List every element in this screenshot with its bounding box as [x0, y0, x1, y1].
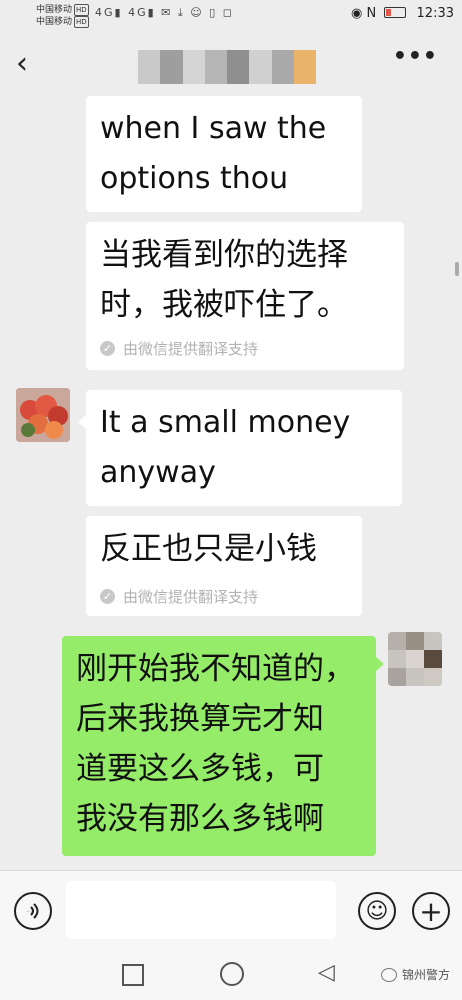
home-icon[interactable]	[220, 962, 244, 986]
message-text: 刚开始我不知道的， 后来我换算完才知 道要这么多钱，可 我没有那么多钱啊	[76, 651, 355, 837]
status-bar: 中国移动 HD 中国移动 HD 4G▮ 4G▮ ✉ ⤓ ☺ ▯ ◻ ◉ N 12:3…	[0, 0, 462, 30]
outgoing-message-bubble[interactable]: 刚开始我不知道的， 后来我换算完才知 道要这么多钱，可 我没有那么多钱啊	[62, 636, 384, 856]
more-button[interactable]: •••	[393, 44, 438, 69]
scrollbar[interactable]	[455, 262, 459, 276]
message-text: when I saw the options thou	[100, 111, 327, 196]
translation-note: ✓ 由微信提供翻译支持	[100, 586, 258, 607]
system-nav-bar: ◁ 锦州警方	[0, 950, 462, 1000]
message-text: 反正也只是小钱	[100, 531, 317, 567]
emoji-icon[interactable]: ☺	[358, 892, 396, 930]
chevron-left-icon[interactable]: ‹	[16, 46, 28, 81]
check-icon: ✓	[100, 341, 115, 356]
check-icon: ✓	[100, 589, 115, 604]
battery-icon	[384, 7, 407, 18]
plus-icon[interactable]: +	[412, 892, 450, 930]
translation-bubble[interactable]: 当我看到你的选择 时，我被吓住了。 ✓ 由微信提供翻译支持	[86, 222, 404, 370]
recents-icon[interactable]	[122, 964, 144, 986]
back-triangle-icon[interactable]: ◁	[318, 960, 335, 985]
carrier-2: 中国移动 HD	[36, 16, 89, 28]
clock: 12:33	[416, 6, 454, 21]
contact-name-blurred	[138, 50, 316, 84]
nfc-icon: N	[366, 6, 377, 21]
wechat-icon	[380, 967, 397, 982]
status-right: ◉ N 12:33	[351, 6, 454, 21]
self-avatar[interactable]	[388, 632, 442, 686]
input-bar: ☺ +	[0, 870, 462, 951]
message-input[interactable]	[66, 881, 336, 939]
message-bubble[interactable]: It a small money anyway	[78, 390, 402, 506]
chat-header: ‹ •••	[0, 30, 462, 94]
watermark: 锦州警方	[380, 966, 450, 983]
status-icons: 4G▮ 4G▮ ✉ ⤓ ☺ ▯ ◻	[95, 6, 234, 19]
message-text: It a small money anyway	[100, 405, 351, 490]
voice-icon[interactable]	[14, 892, 52, 930]
eye-icon: ◉	[351, 6, 363, 21]
translation-bubble[interactable]: 反正也只是小钱 ✓ 由微信提供翻译支持	[86, 516, 362, 616]
message-text: 当我看到你的选择 时，我被吓住了。	[100, 237, 348, 323]
avatar[interactable]	[16, 388, 70, 442]
translation-note: ✓ 由微信提供翻译支持	[100, 338, 258, 359]
carrier-1: 中国移动 HD	[36, 4, 89, 16]
message-bubble[interactable]: when I saw the options thou	[86, 96, 362, 212]
